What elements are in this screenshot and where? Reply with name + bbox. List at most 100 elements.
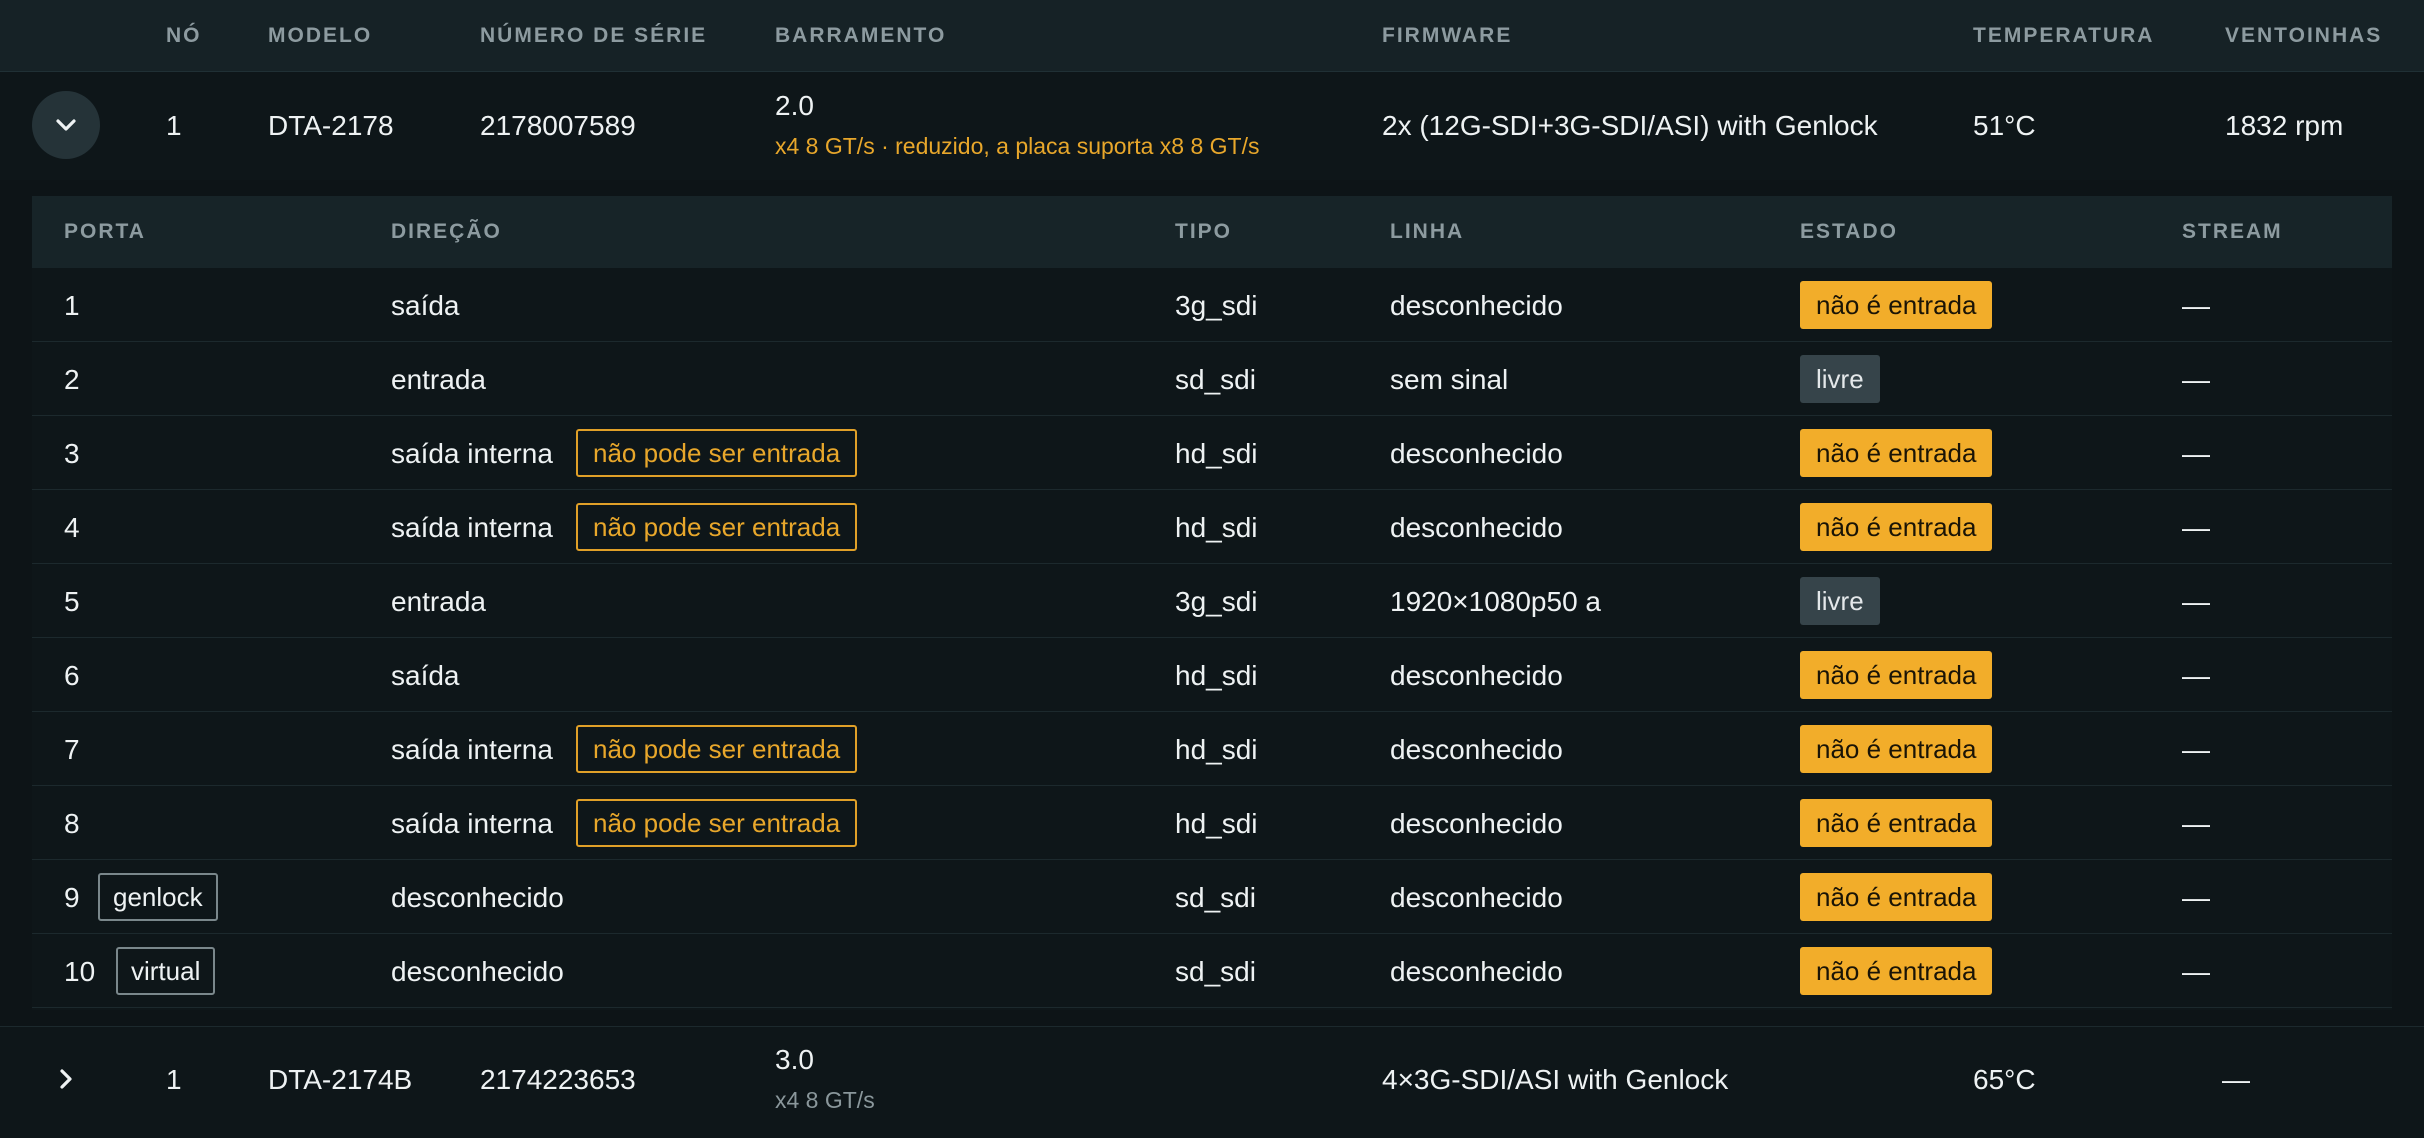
header-node[interactable]: NÓ <box>166 24 202 48</box>
port-state-badge: não é entrada <box>1800 725 1993 773</box>
port-stream: — <box>2182 438 2210 469</box>
direction-warning-tag: não pode ser entrada <box>576 725 858 773</box>
port-row[interactable]: 4 saída interna não pode ser entrada hd_sdi… <box>32 490 2392 564</box>
ports-table-header: PORTA DIREÇÃO TIPO LINHA ESTADO STREAM <box>32 196 2392 268</box>
direction-warning-tag: não pode ser entrada <box>576 799 858 847</box>
port-direction: entrada <box>391 364 486 395</box>
port-number: 2 <box>64 364 80 395</box>
header-model[interactable]: MODELO <box>268 24 372 48</box>
port-state-badge: não é entrada <box>1800 503 1993 551</box>
header-port[interactable]: PORTA <box>64 220 146 244</box>
port-row[interactable]: 9 genlock desconhecido sd_sdi desconhecido nã… <box>32 860 2392 934</box>
port-line: 1920×1080p50 a <box>1390 586 1601 617</box>
port-row[interactable]: 2 entrada sd_sdi sem sinal livre — <box>32 342 2392 416</box>
port-tag: genlock <box>98 873 218 921</box>
port-number: 8 <box>64 808 80 839</box>
port-state-badge: não é entrada <box>1800 429 1993 477</box>
port-stream: — <box>2182 660 2210 691</box>
port-direction: saída interna <box>391 808 553 839</box>
chevron-right-icon <box>60 1069 72 1089</box>
header-bus[interactable]: BARRAMENTO <box>775 24 946 48</box>
device-model: DTA-2174B <box>268 1064 413 1095</box>
port-direction: saída interna <box>391 734 553 765</box>
device-temperature: 51°C <box>1973 110 2036 141</box>
port-row[interactable]: 3 saída interna não pode ser entrada hd_sdi… <box>32 416 2392 490</box>
expand-toggle-button[interactable] <box>32 91 100 159</box>
port-stream: — <box>2182 512 2210 543</box>
device-fans: — <box>2222 1064 2250 1095</box>
port-direction: saída interna <box>391 438 553 469</box>
device-bus-detail: x4 8 GT/s <box>775 1087 875 1113</box>
port-line: desconhecido <box>1390 290 1563 321</box>
port-row[interactable]: 6 saída hd_sdi desconhecido não é entrada — <box>32 638 2392 712</box>
port-line: desconhecido <box>1390 808 1563 839</box>
port-row[interactable]: 7 saída interna não pode ser entrada hd_sdi… <box>32 712 2392 786</box>
device-bus-detail-warning: x4 8 GT/s · reduzido, a placa suporta x8… <box>775 133 1260 159</box>
port-stream: — <box>2182 290 2210 321</box>
port-type: sd_sdi <box>1175 364 1256 395</box>
port-type: sd_sdi <box>1175 882 1256 913</box>
port-state-badge: livre <box>1800 355 1880 403</box>
port-number: 6 <box>64 660 80 691</box>
port-line: sem sinal <box>1390 364 1509 395</box>
device-serial: 2178007589 <box>480 110 636 141</box>
port-number: 1 <box>64 290 80 321</box>
port-line: desconhecido <box>1390 438 1563 469</box>
device-fans: 1832 rpm <box>2225 110 2344 141</box>
port-stream: — <box>2182 882 2210 913</box>
port-stream: — <box>2182 586 2210 617</box>
port-state-badge: não é entrada <box>1800 799 1993 847</box>
port-line: desconhecido <box>1390 882 1563 913</box>
direction-warning-tag: não pode ser entrada <box>576 429 858 477</box>
header-state[interactable]: ESTADO <box>1800 220 1898 244</box>
header-direction[interactable]: DIREÇÃO <box>391 220 502 244</box>
port-number: 3 <box>64 438 80 469</box>
direction-warning-tag: não pode ser entrada <box>576 503 858 551</box>
port-direction: saída <box>391 290 460 321</box>
port-direction: desconhecido <box>391 882 564 913</box>
port-line: desconhecido <box>1390 956 1563 987</box>
port-state-badge: não é entrada <box>1800 651 1993 699</box>
port-line: desconhecido <box>1390 734 1563 765</box>
device-node: 1 <box>166 1064 182 1095</box>
port-row[interactable]: 10 virtual desconhecido sd_sdi desconhecido n… <box>32 934 2392 1008</box>
port-row[interactable]: 8 saída interna não pode ser entrada hd_sdi… <box>32 786 2392 860</box>
port-row[interactable]: 1 saída 3g_sdi desconhecido não é entrada — <box>32 268 2392 342</box>
device-temperature: 65°C <box>1973 1064 2036 1095</box>
device-model: DTA-2178 <box>268 110 394 141</box>
port-state-badge: não é entrada <box>1800 947 1993 995</box>
port-stream: — <box>2182 808 2210 839</box>
port-row[interactable]: 5 entrada 3g_sdi 1920×1080p50 a livre — <box>32 564 2392 638</box>
device-firmware: 4×3G-SDI/ASI with Genlock <box>1382 1064 1729 1095</box>
port-type: sd_sdi <box>1175 956 1256 987</box>
port-type: 3g_sdi <box>1175 290 1258 321</box>
device-firmware: 2x (12G-SDI+3G-SDI/ASI) with Genlock <box>1382 110 1878 141</box>
port-type: hd_sdi <box>1175 808 1258 839</box>
header-fans[interactable]: VENTOINHAS <box>2225 24 2382 48</box>
header-serial[interactable]: NÚMERO DE SÉRIE <box>480 24 707 48</box>
device-bus: 3.0 <box>775 1044 814 1075</box>
header-type[interactable]: TIPO <box>1175 220 1232 244</box>
port-type: 3g_sdi <box>1175 586 1258 617</box>
port-type: hd_sdi <box>1175 660 1258 691</box>
expand-toggle-button[interactable] <box>32 1045 100 1113</box>
port-state-badge: livre <box>1800 577 1880 625</box>
port-direction: saída interna <box>391 512 553 543</box>
port-number: 9 <box>64 882 80 913</box>
port-number: 7 <box>64 734 80 765</box>
header-stream[interactable]: STREAM <box>2182 220 2283 244</box>
port-stream: — <box>2182 734 2210 765</box>
port-line: desconhecido <box>1390 660 1563 691</box>
port-direction: desconhecido <box>391 956 564 987</box>
port-state-badge: não é entrada <box>1800 873 1993 921</box>
port-direction: saída <box>391 660 460 691</box>
port-direction: entrada <box>391 586 486 617</box>
header-line[interactable]: LINHA <box>1390 220 1464 244</box>
device-serial: 2174223653 <box>480 1064 636 1095</box>
port-state-badge: não é entrada <box>1800 281 1993 329</box>
port-stream: — <box>2182 364 2210 395</box>
header-firmware[interactable]: FIRMWARE <box>1382 24 1512 48</box>
header-temperature[interactable]: TEMPERATURA <box>1973 24 2154 48</box>
port-type: hd_sdi <box>1175 512 1258 543</box>
device-table-header: NÓ MODELO NÚMERO DE SÉRIE BARRAMENTO FIR… <box>0 0 2424 72</box>
